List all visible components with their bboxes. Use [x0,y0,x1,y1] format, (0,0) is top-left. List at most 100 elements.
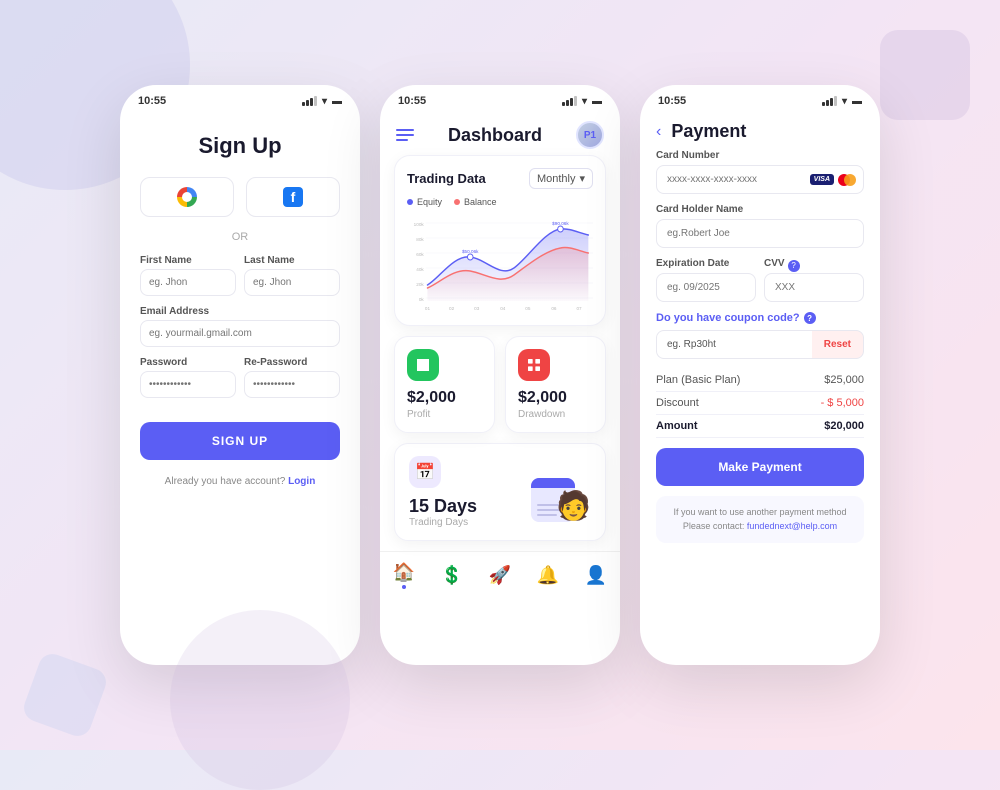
contact-text: Please contact: [683,521,745,531]
reset-button[interactable]: Reset [812,330,864,359]
email-input[interactable] [140,320,340,347]
nav-bell[interactable]: 🔔 [537,565,559,586]
login-link[interactable]: Login [288,476,315,487]
stats-row: $2,000 Profit $2,000 Drawdown [394,336,606,433]
first-name-label: First Name [140,255,236,266]
status-icons: ▾ ▬ [302,96,342,107]
status-time-payment: 10:55 [658,95,686,107]
repassword-input[interactable] [244,371,340,398]
card-number-label: Card Number [656,150,864,161]
battery-icon: ▬ [332,96,342,107]
deco-rect [880,30,970,120]
nav-home[interactable]: 🏠 [393,562,415,589]
payment-content: Card Number VISA Card Holder Name Expira… [640,146,880,665]
coupon-help-icon[interactable]: ? [804,312,816,324]
signup-title: Sign Up [140,133,340,159]
signal-icon-pay [822,96,837,106]
svg-text:05: 05 [525,306,530,312]
menu-icon[interactable] [396,129,414,141]
password-row: Password Re-Password [140,357,340,398]
chart-svg: 100k 80k 60k 40k 20k 0k [407,213,593,313]
plan-label: Plan (Basic Plan) [656,374,740,386]
trading-chart: 100k 80k 60k 40k 20k 0k [407,213,593,313]
signup-screen: 10:55 ▾ ▬ Sign Up f OR First Name [120,85,360,665]
wifi-icon-pay: ▾ [842,96,847,107]
svg-text:$50.06k: $50.06k [462,249,479,255]
google-icon [177,187,197,207]
nav-dollar[interactable]: 💲 [441,565,463,586]
drawdown-amount: $2,000 [518,389,593,407]
trading-data-title: Trading Data [407,171,486,186]
days-label: Trading Days [409,517,477,528]
profit-card: $2,000 Profit [394,336,495,433]
cvv-label: CVV [764,258,785,269]
signup-button[interactable]: SIGN UP [140,422,340,460]
svg-text:20k: 20k [416,282,424,288]
svg-text:06: 06 [551,306,556,312]
svg-text:40k: 40k [416,267,424,273]
nav-active-dot [402,585,406,589]
contact-email[interactable]: fundednext@help.com [747,521,837,531]
nav-rocket[interactable]: 🚀 [489,565,511,586]
payment-title: Payment [671,121,746,142]
svg-text:100k: 100k [414,222,425,228]
first-name-group: First Name [140,255,236,296]
signal-icon [302,96,317,106]
facebook-icon: f [283,187,303,207]
chart-legend: Equity Balance [407,197,593,207]
balance-dot [454,199,460,205]
coupon-input[interactable] [656,330,812,359]
repassword-label: Re-Password [244,357,340,368]
cardholder-input[interactable] [656,219,864,248]
drawdown-card: $2,000 Drawdown [505,336,606,433]
google-button[interactable] [140,177,234,217]
bottom-nav: 🏠 💲 🚀 🔔 👤 [380,551,620,597]
expiry-cvv-row: Expiration Date CVV ? [656,258,864,312]
cardholder-group: Card Holder Name [656,204,864,248]
last-name-group: Last Name [244,255,340,296]
status-icons-dash: ▾ ▬ [562,96,602,107]
cvv-input[interactable] [764,273,864,302]
svg-text:01: 01 [425,306,430,312]
user-avatar[interactable]: P1 [576,121,604,149]
facebook-button[interactable]: f [246,177,340,217]
card-type-icons: VISA [810,174,856,186]
svg-text:80k: 80k [416,237,424,243]
name-row: First Name Last Name [140,255,340,296]
make-payment-button[interactable]: Make Payment [656,448,864,486]
cvv-help-icon[interactable]: ? [788,260,800,272]
amount-value: $20,000 [824,420,864,432]
expiry-input[interactable] [656,273,756,302]
trading-card-header: Trading Data Monthly ▾ [407,168,593,189]
password-input[interactable] [140,371,236,398]
drawdown-label: Drawdown [518,409,593,420]
payment-screen: 10:55 ▾ ▬ ‹ Payment Card Number VISA [640,85,880,665]
dropdown-arrow-icon: ▾ [579,172,585,185]
profit-amount: $2,000 [407,389,482,407]
calendar-icon: 📅 [409,456,441,488]
price-summary: Plan (Basic Plan) $25,000 Discount - $ 5… [656,369,864,438]
signal-icon-dash [562,96,577,106]
svg-text:07: 07 [576,306,581,312]
mastercard-icon [838,174,856,186]
battery-icon-pay: ▬ [852,96,862,107]
password-label: Password [140,357,236,368]
nav-user[interactable]: 👤 [585,565,607,586]
last-name-input[interactable] [244,269,340,296]
back-button[interactable]: ‹ [656,123,661,141]
card-number-group: Card Number VISA [656,150,864,194]
email-group: Email Address [140,306,340,347]
figure-icon: 🧑 [556,489,591,522]
email-label: Email Address [140,306,340,317]
status-time-dashboard: 10:55 [398,95,426,107]
svg-text:0k: 0k [419,297,424,303]
monthly-select[interactable]: Monthly ▾ [529,168,593,189]
cardholder-label: Card Holder Name [656,204,864,215]
first-name-input[interactable] [140,269,236,296]
already-text: Already you have account? Login [140,476,340,487]
equity-dot [407,199,413,205]
monthly-label: Monthly [537,173,576,185]
plan-row: Plan (Basic Plan) $25,000 [656,369,864,392]
svg-text:60k: 60k [416,252,424,258]
trading-card: Trading Data Monthly ▾ Equity Balance [394,155,606,326]
